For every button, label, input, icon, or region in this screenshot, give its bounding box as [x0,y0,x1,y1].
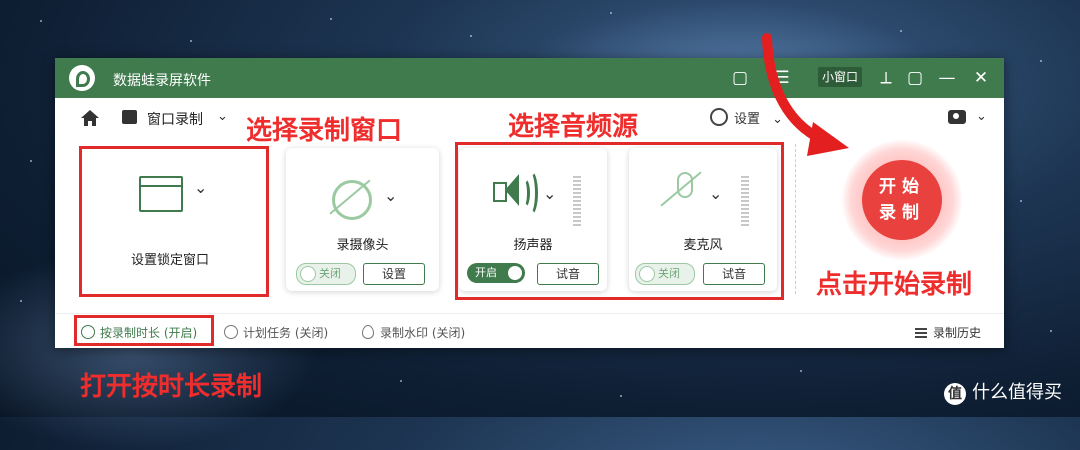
highlight-audio-cards [455,142,784,300]
record-label-line1: 开始 [879,177,925,197]
watermark-option[interactable]: 录制水印 (关闭) [362,324,465,341]
highlight-window-card [79,146,269,297]
highlight-timed-record [74,315,214,346]
webcam-off-icon [332,180,372,220]
site-watermark: 值什么值得买 [944,378,1062,405]
annotation-timed-record: 打开按时长录制 [80,372,263,402]
annotation-click-record: 点击开始录制 [816,270,973,300]
toggle-knob [300,266,316,282]
divider [795,144,796,294]
fullscreen-icon[interactable]: ▢ [904,67,926,89]
scheduled-task-label: 计划任务 (关闭) [243,326,329,340]
toggle-label: 关闭 [319,267,341,280]
alarm-clock-icon [224,325,238,339]
watermark-badge-icon: 值 [944,383,966,405]
pin-icon[interactable]: ⟂ [875,67,897,89]
record-button-halo: 开始 录制 [842,140,962,260]
home-icon[interactable] [80,108,100,128]
app-logo-icon [69,65,95,91]
record-history-label: 录制历史 [933,326,982,340]
watermark-text: 什么值得买 [972,382,1062,403]
watermark-drop-icon [362,325,374,339]
app-title: 数据蛙录屏软件 [113,73,211,89]
card-webcam[interactable]: ⌄ 录摄像头 关闭 设置 [286,148,439,291]
record-history-button[interactable]: 录制历史 [915,324,981,341]
window-mode-icon [122,110,137,124]
start-record-button[interactable]: 开始 录制 [862,160,942,240]
webcam-settings-button[interactable]: 设置 [363,263,425,285]
chevron-down-icon[interactable]: ⌄ [217,109,228,124]
minimize-icon[interactable]: — [936,67,958,89]
chevron-down-icon[interactable]: ⌄ [384,186,397,205]
card-label: 录摄像头 [336,238,389,253]
title-bar: 数据蛙录屏软件 ▢ ☰ 小窗口 ⟂ ▢ — ✕ [55,58,1004,98]
screenshot-camera-icon[interactable] [948,110,966,124]
list-icon [915,328,927,338]
red-arrow-icon [762,33,849,156]
webcam-toggle[interactable]: 关闭 [296,263,356,285]
annotation-select-window: 选择录制窗口 [246,116,403,146]
gear-icon [710,108,728,126]
chevron-down-icon[interactable]: ⌄ [976,109,987,124]
close-icon[interactable]: ✕ [970,67,992,89]
record-label-line2: 录制 [879,203,925,223]
recording-mode-dropdown[interactable]: 窗口录制 [147,109,203,129]
annotation-select-audio: 选择音频源 [508,112,639,142]
scheduled-task-option[interactable]: 计划任务 (关闭) [224,324,328,341]
watermark-label: 录制水印 (关闭) [380,326,466,340]
